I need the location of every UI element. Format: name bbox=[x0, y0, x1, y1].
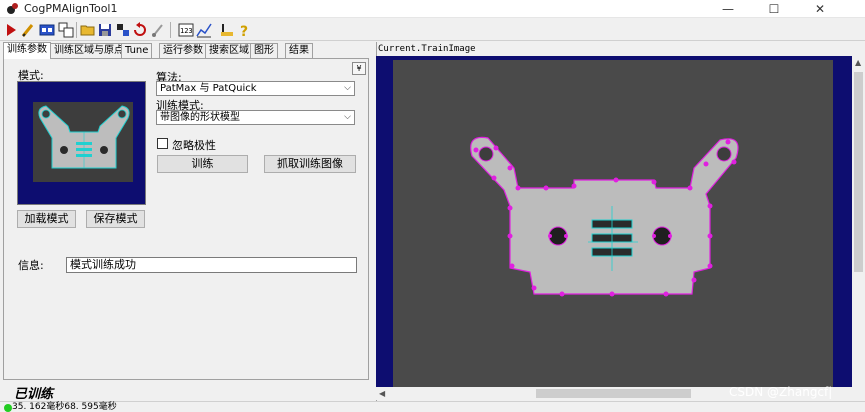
tab-train-params[interactable]: 训练参数 bbox=[3, 42, 51, 59]
tab-run-params[interactable]: 运行参数 bbox=[159, 43, 207, 59]
edit-icon[interactable] bbox=[20, 22, 36, 38]
collapse-button[interactable]: ¥ bbox=[352, 62, 366, 75]
properties-icon[interactable] bbox=[115, 22, 131, 38]
vertical-scrollbar[interactable]: ▲ bbox=[852, 56, 865, 387]
window-title: CogPMAlignTool1 bbox=[24, 2, 118, 15]
chevron-down-icon: ⌵ bbox=[344, 83, 351, 93]
svg-text:123: 123 bbox=[180, 27, 193, 35]
view-icon[interactable] bbox=[39, 22, 55, 38]
status-bar: 35. 162毫秒68. 595毫秒 bbox=[0, 401, 865, 412]
grid-icon[interactable]: 123 bbox=[178, 22, 194, 38]
image-caption: Current.TrainImage bbox=[378, 44, 476, 54]
svg-text:?: ? bbox=[240, 24, 248, 38]
layout-icon[interactable] bbox=[58, 22, 74, 38]
open-folder-icon[interactable] bbox=[80, 22, 96, 38]
status-ok-icon bbox=[4, 404, 12, 412]
run-icon[interactable] bbox=[3, 22, 19, 38]
save-pattern-button[interactable]: 保存模式 bbox=[86, 210, 145, 228]
graph-icon[interactable] bbox=[196, 22, 212, 38]
timing-text: 35. 162毫秒68. 595毫秒 bbox=[12, 402, 117, 412]
info-field: 模式训练成功 bbox=[66, 257, 357, 273]
pattern-thumbnail bbox=[17, 81, 146, 205]
save-icon[interactable] bbox=[97, 22, 113, 38]
ignore-polarity-label: 忽略极性 bbox=[172, 139, 216, 152]
train-mode-value: 带图像的形状模型 bbox=[160, 112, 240, 123]
toolbar: 123 ? bbox=[0, 19, 865, 41]
algorithm-select[interactable]: PatMax 与 PatQuick ⌵ bbox=[156, 81, 355, 96]
scroll-left-icon[interactable]: ◀ bbox=[379, 389, 385, 398]
train-button[interactable]: 训练 bbox=[157, 155, 248, 173]
close-button[interactable]: ✕ bbox=[797, 0, 843, 18]
minimize-button[interactable]: — bbox=[705, 0, 751, 18]
brush-icon[interactable] bbox=[150, 22, 166, 38]
title-bar: CogPMAlignTool1 — ☐ ✕ bbox=[0, 0, 865, 18]
chevron-down-icon: ⌵ bbox=[344, 112, 351, 122]
tab-train-region-origin[interactable]: 训练区域与原点 bbox=[50, 43, 128, 59]
train-mode-select[interactable]: 带图像的形状模型 ⌵ bbox=[156, 110, 355, 125]
vertical-scroll-thumb[interactable] bbox=[854, 72, 863, 272]
trained-status: 已训练 bbox=[14, 387, 54, 402]
horizontal-scroll-thumb[interactable] bbox=[536, 389, 691, 398]
scroll-up-icon[interactable]: ▲ bbox=[855, 58, 861, 67]
train-image-display[interactable] bbox=[376, 56, 852, 387]
reset-icon[interactable] bbox=[132, 22, 148, 38]
app-icon bbox=[5, 2, 19, 16]
maximize-button[interactable]: ☐ bbox=[751, 0, 797, 18]
tab-tune[interactable]: Tune bbox=[121, 43, 153, 59]
info-label: 信息: bbox=[18, 259, 44, 272]
help-icon[interactable]: ? bbox=[237, 22, 253, 38]
grab-train-image-button[interactable]: 抓取训练图像 bbox=[264, 155, 356, 173]
ignore-polarity-checkbox[interactable] bbox=[157, 138, 168, 149]
load-pattern-button[interactable]: 加载模式 bbox=[17, 210, 76, 228]
algorithm-value: PatMax 与 PatQuick bbox=[160, 83, 257, 94]
tab-search-region[interactable]: 搜索区域 bbox=[205, 43, 253, 59]
watermark-text: CSDN @Zhangcf| bbox=[729, 385, 833, 399]
tab-results[interactable]: 结果 bbox=[285, 43, 313, 59]
measure-icon[interactable] bbox=[219, 22, 235, 38]
tab-graphics[interactable]: 图形 bbox=[250, 43, 278, 59]
